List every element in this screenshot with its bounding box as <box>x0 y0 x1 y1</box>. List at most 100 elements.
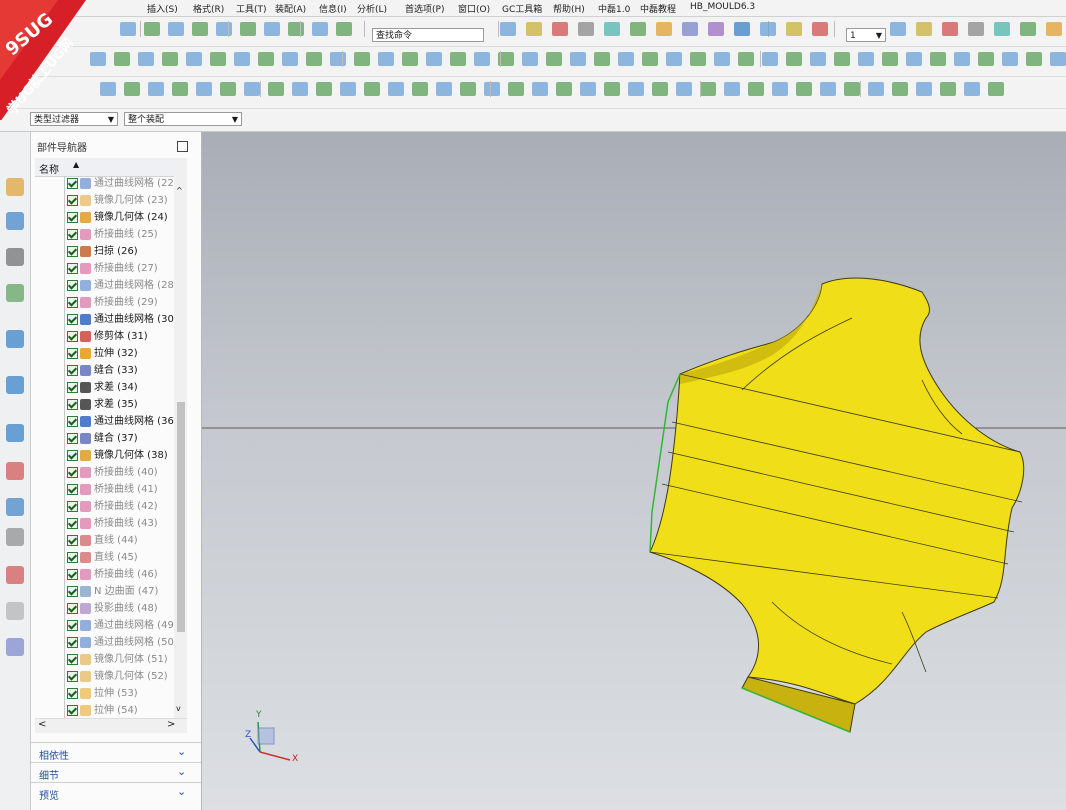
toolbar-tool-icon[interactable] <box>714 52 730 66</box>
toolbar-tool-icon[interactable] <box>144 22 160 36</box>
visibility-checkbox[interactable] <box>67 313 78 325</box>
tree-row[interactable]: 通过曲线网格 (22 <box>67 176 174 192</box>
toolbar-tool-icon[interactable] <box>1002 52 1018 66</box>
toolbar-tool-icon[interactable] <box>844 82 860 96</box>
tree-row[interactable]: 镜像几何体 (52) <box>67 669 168 685</box>
toolbar-tool-icon[interactable] <box>994 22 1010 36</box>
toolbar-tool-icon[interactable] <box>120 22 136 36</box>
visibility-checkbox[interactable] <box>67 296 78 308</box>
resource-tab-icon[interactable] <box>6 424 24 442</box>
toolbar-tool-icon[interactable] <box>916 22 932 36</box>
toolbar-tool-icon[interactable] <box>364 82 380 96</box>
toolbar-tool-icon[interactable] <box>906 52 922 66</box>
tree-row[interactable]: 桥接曲线 (43) <box>67 516 158 532</box>
toolbar-tool-icon[interactable] <box>402 52 418 66</box>
menu-item-8[interactable]: GC工具箱 <box>502 2 542 15</box>
visibility-checkbox[interactable] <box>67 653 78 665</box>
toolbar-tool-icon[interactable] <box>316 82 332 96</box>
toolbar-tool-icon[interactable] <box>186 52 202 66</box>
visibility-checkbox[interactable] <box>67 364 78 376</box>
toolbar-tool-icon[interactable] <box>1050 52 1066 66</box>
toolbar-tool-icon[interactable] <box>708 22 724 36</box>
toolbar-tool-icon[interactable] <box>890 22 906 36</box>
visibility-checkbox[interactable] <box>67 347 78 359</box>
toolbar-tool-icon[interactable] <box>312 22 328 36</box>
toolbar-tool-icon[interactable] <box>330 52 346 66</box>
toolbar-tool-icon[interactable] <box>628 82 644 96</box>
resource-tab-icon[interactable] <box>6 330 24 348</box>
toolbar-tool-icon[interactable] <box>858 52 874 66</box>
toolbar-tool-icon[interactable] <box>760 22 776 36</box>
tree-row[interactable]: 直线 (44) <box>67 533 138 549</box>
tree-row[interactable]: 求差 (35) <box>67 397 138 413</box>
toolbar-tool-icon[interactable] <box>1046 22 1062 36</box>
toolbar-tool-icon[interactable] <box>148 82 164 96</box>
toolbar-tool-icon[interactable] <box>258 52 274 66</box>
toolbar-tool-icon[interactable] <box>216 22 232 36</box>
toolbar-tool-icon[interactable] <box>196 82 212 96</box>
toolbar-tool-icon[interactable] <box>988 82 1004 96</box>
toolbar-tool-icon[interactable] <box>656 22 672 36</box>
resource-tab-icon[interactable] <box>6 566 24 584</box>
toolbar-tool-icon[interactable] <box>1026 52 1042 66</box>
tree-row[interactable]: 缝合 (33) <box>67 363 138 379</box>
toolbar-tool-icon[interactable] <box>748 82 764 96</box>
scroll-left-icon[interactable]: < <box>38 719 46 730</box>
menu-item-1[interactable]: 格式(R) <box>193 2 224 15</box>
toolbar-tool-icon[interactable] <box>426 52 442 66</box>
tree-row[interactable]: 拉伸 (32) <box>67 346 138 362</box>
menu-item-10[interactable]: 中磊1.0 <box>598 2 630 15</box>
menu-item-0[interactable]: 插入(S) <box>147 2 178 15</box>
tree-row[interactable]: 桥接曲线 (46) <box>67 567 158 583</box>
menu-item-11[interactable]: 中磊教程 <box>640 2 676 15</box>
menu-item-12[interactable]: HB_MOULD6.3 <box>690 2 755 12</box>
resource-tab-icon[interactable] <box>6 212 24 230</box>
tree-row[interactable]: 缝合 (37) <box>67 431 138 447</box>
tree-row[interactable]: 镜像几何体 (51) <box>67 652 168 668</box>
toolbar-tool-icon[interactable] <box>172 82 188 96</box>
toolbar-tool-icon[interactable] <box>264 22 280 36</box>
toolbar-tool-icon[interactable] <box>210 52 226 66</box>
toolbar-tool-icon[interactable] <box>552 22 568 36</box>
toolbar-tool-icon[interactable] <box>354 52 370 66</box>
toolbar-tool-icon[interactable] <box>676 82 692 96</box>
toolbar-tool-icon[interactable] <box>508 82 524 96</box>
visibility-checkbox[interactable] <box>67 585 78 597</box>
toolbar-tool-icon[interactable] <box>604 82 620 96</box>
tree-row[interactable]: 拉伸 (53) <box>67 686 138 702</box>
visibility-checkbox[interactable] <box>67 381 78 393</box>
tree-row[interactable]: 直线 (45) <box>67 550 138 566</box>
panel-preview[interactable]: 预览 ⌄ <box>31 782 201 803</box>
visibility-checkbox[interactable] <box>67 228 78 240</box>
toolbar-tool-icon[interactable] <box>978 52 994 66</box>
resource-tab-icon[interactable] <box>6 638 24 656</box>
tree-row[interactable]: 通过曲线网格 (49 <box>67 618 174 634</box>
toolbar-tool-icon[interactable] <box>412 82 428 96</box>
toolbar-tool-icon[interactable] <box>168 22 184 36</box>
menu-item-5[interactable]: 分析(L) <box>357 2 387 15</box>
toolbar-tool-icon[interactable] <box>810 52 826 66</box>
toolbar-tool-icon[interactable] <box>162 52 178 66</box>
toolbar-tool-icon[interactable] <box>570 52 586 66</box>
visibility-checkbox[interactable] <box>67 449 78 461</box>
toolbar-tool-icon[interactable] <box>580 82 596 96</box>
visibility-checkbox[interactable] <box>67 330 78 342</box>
menu-item-9[interactable]: 帮助(H) <box>553 2 585 15</box>
toolbar-tool-icon[interactable] <box>292 82 308 96</box>
tree-row[interactable]: 通过曲线网格 (28 <box>67 278 174 294</box>
toolbar-tool-icon[interactable] <box>820 82 836 96</box>
toolbar-tool-icon[interactable] <box>450 52 466 66</box>
tree-row[interactable]: 扫掠 (26) <box>67 244 138 260</box>
visibility-checkbox[interactable] <box>67 619 78 631</box>
scroll-right-icon[interactable]: > <box>167 719 175 730</box>
tree-row[interactable]: 桥接曲线 (42) <box>67 499 158 515</box>
visibility-checkbox[interactable] <box>67 262 78 274</box>
toolbar-tool-icon[interactable] <box>138 52 154 66</box>
toolbar-tool-icon[interactable] <box>930 52 946 66</box>
panel-details[interactable]: 细节 ⌄ <box>31 762 201 783</box>
toolbar-tool-icon[interactable] <box>578 22 594 36</box>
scroll-up-icon[interactable]: ^ <box>176 186 183 195</box>
visibility-checkbox[interactable] <box>67 279 78 291</box>
toolbar-tool-icon[interactable] <box>340 82 356 96</box>
toolbar-tool-icon[interactable] <box>484 82 500 96</box>
